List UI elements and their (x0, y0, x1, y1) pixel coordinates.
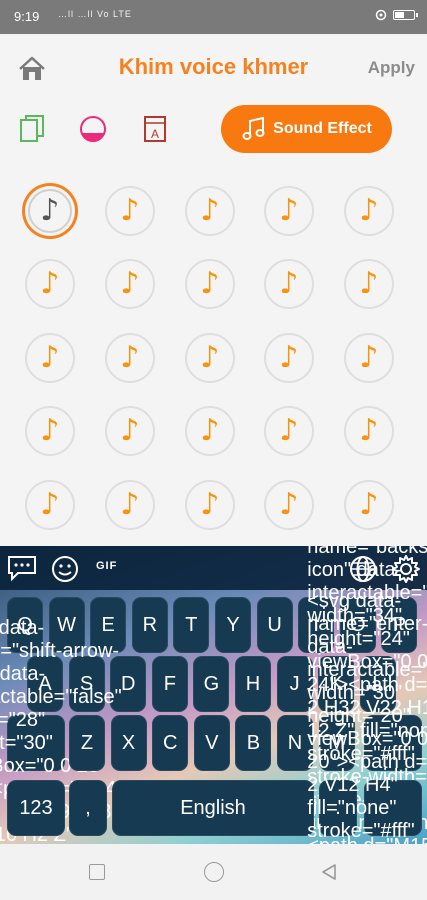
key-t[interactable]: T (173, 597, 210, 653)
toolbar: A Sound Effect (0, 100, 427, 162)
sound-item[interactable]: ♪ (185, 186, 235, 236)
music-note-icon: ♪ (279, 413, 299, 448)
key-v[interactable]: V (193, 715, 230, 771)
music-note-icon: ♪ (120, 413, 140, 448)
sound-item[interactable]: ♪ (344, 480, 394, 530)
sound-item[interactable]: ♪ (105, 259, 155, 309)
key-g[interactable]: G (193, 656, 230, 712)
enter-key[interactable]: <svg data-name="enter-icon" data-interac… (307, 590, 427, 845)
system-nav-bar (0, 844, 427, 900)
music-note-icon: ♪ (359, 413, 379, 448)
sound-item[interactable]: ♪ (264, 186, 314, 236)
copy-icon[interactable] (18, 114, 48, 144)
music-note-icon: ♪ (40, 266, 60, 301)
sync-icon (375, 9, 387, 21)
sound-item[interactable]: ♪ (25, 259, 75, 309)
sound-item[interactable]: ♪ (25, 406, 75, 456)
sound-item[interactable]: ♪ (105, 406, 155, 456)
sound-item[interactable]: ♪ (105, 333, 155, 383)
key-h[interactable]: H (235, 656, 271, 712)
status-right (375, 9, 418, 21)
music-note-icon: ♪ (40, 193, 60, 228)
key-x[interactable]: X (110, 715, 147, 771)
recent-apps-icon[interactable] (89, 864, 105, 880)
sound-grid: ♪ ♪ ♪ ♪ ♪ ♪ ♪ ♪ ♪ ♪ ♪ ♪ ♪ ♪ ♪ ♪ ♪ ♪ ♪ ♪ ♪ ♪ ♪ ♪ ♪ (0, 170, 427, 530)
comma-key[interactable]: , (69, 780, 107, 836)
sound-item[interactable]: ♪ (344, 259, 394, 309)
font-icon[interactable]: A (140, 114, 170, 144)
sound-item[interactable]: ♪ (185, 259, 235, 309)
music-note-icon: ♪ (279, 266, 299, 301)
key-b[interactable]: B (235, 715, 272, 771)
key-f[interactable]: F (151, 656, 188, 712)
sound-item[interactable]: ♪ (25, 480, 75, 530)
sound-item[interactable]: ♪ (185, 480, 235, 530)
music-note-icon: ♪ (279, 487, 299, 522)
emoji-icon[interactable] (50, 554, 80, 584)
svg-text:A: A (151, 127, 159, 141)
music-note-icon: ♪ (200, 340, 220, 375)
gif-button[interactable]: GIF (96, 560, 117, 572)
sound-effect-label: Sound Effect (273, 120, 372, 137)
numbers-key[interactable]: 123 (7, 780, 65, 836)
music-note-icon: ♪ (279, 193, 299, 228)
music-note-icon: ♪ (40, 413, 60, 448)
page-title: Khim voice khmer (118, 54, 309, 79)
music-note-icon: ♪ (359, 340, 379, 375)
chat-icon[interactable] (6, 554, 38, 582)
signal-indicators: …ll …ll Vo LTE (58, 9, 132, 19)
app-header: Khim voice khmer Apply (0, 34, 427, 100)
sound-item[interactable]: ♪ (344, 333, 394, 383)
music-note-icon: ♪ (40, 340, 60, 375)
key-u[interactable]: U (256, 597, 293, 653)
sound-item[interactable]: ♪ (264, 480, 314, 530)
sound-item[interactable]: ♪ (264, 259, 314, 309)
sound-item[interactable]: ♪ (185, 406, 235, 456)
shift-key[interactable]: <svg data-name="shift-arrow-icon" data-i… (0, 617, 122, 845)
sound-item[interactable]: ♪ (344, 186, 394, 236)
music-note-icon: ♪ (40, 487, 60, 522)
sound-item[interactable]: ♪ (105, 480, 155, 530)
music-note-icon (242, 116, 265, 140)
music-note-icon: ♪ (200, 413, 220, 448)
apply-button[interactable]: Apply (368, 58, 415, 78)
sound-item[interactable]: ♪ (25, 186, 75, 236)
music-note-icon: ♪ (359, 487, 379, 522)
key-y[interactable]: Y (215, 597, 251, 653)
sound-item[interactable]: ♪ (344, 406, 394, 456)
music-note-icon: ♪ (200, 487, 220, 522)
sound-effect-button[interactable]: Sound Effect (221, 105, 392, 153)
music-note-icon: ♪ (359, 193, 379, 228)
sound-item[interactable]: ♪ (264, 333, 314, 383)
keyboard: GIF QWERTYUIOPASDFGHJKL<svg data-name="s… (0, 546, 427, 844)
music-note-icon: ♪ (120, 266, 140, 301)
sound-item[interactable]: ♪ (105, 186, 155, 236)
music-note-icon: ♪ (120, 487, 140, 522)
sound-item[interactable]: ♪ (264, 406, 314, 456)
key-r[interactable]: R (131, 597, 168, 653)
back-triangle-icon[interactable] (320, 863, 338, 881)
music-note-icon: ♪ (200, 266, 220, 301)
music-note-icon: ♪ (120, 340, 140, 375)
space-key[interactable]: English (112, 780, 314, 836)
home-circle-icon[interactable] (204, 862, 224, 882)
music-note-icon: ♪ (120, 193, 140, 228)
sound-item[interactable]: ♪ (25, 333, 75, 383)
battery-icon (393, 10, 418, 20)
music-note-icon: ♪ (279, 340, 299, 375)
sound-item[interactable]: ♪ (185, 333, 235, 383)
theme-circle-icon[interactable] (78, 114, 108, 144)
status-bar: 9:19 …ll …ll Vo LTE (0, 0, 427, 34)
music-note-icon: ♪ (359, 266, 379, 301)
key-z[interactable]: Z (69, 715, 105, 771)
key-c[interactable]: C (152, 715, 189, 771)
music-note-icon: ♪ (200, 193, 220, 228)
status-time: 9:19 (14, 9, 40, 24)
